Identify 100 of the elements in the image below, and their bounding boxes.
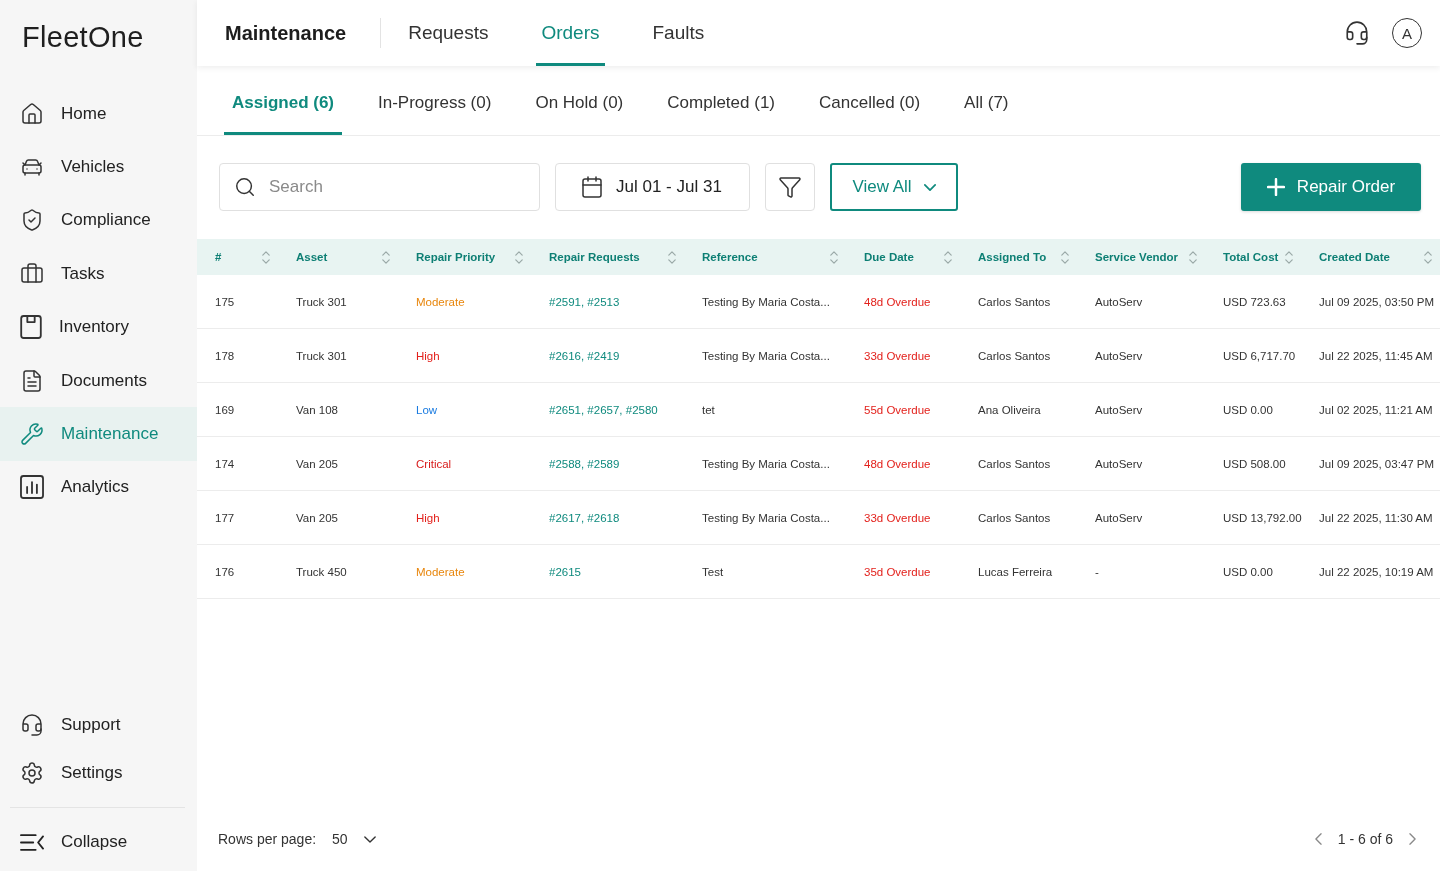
nav-item[interactable]: Inventory bbox=[0, 300, 197, 354]
nav-item[interactable]: Compliance bbox=[0, 193, 197, 248]
top-tab[interactable]: Faults bbox=[647, 0, 710, 66]
collapse-button[interactable]: Collapse bbox=[0, 817, 197, 867]
rows-per-page-select[interactable]: 50 bbox=[332, 831, 376, 847]
due-date-cell-text: 48d Overdue bbox=[863, 456, 932, 472]
request-link[interactable]: #2616, #2419 bbox=[549, 349, 620, 362]
priority-label: Moderate bbox=[415, 294, 466, 310]
funnel-icon bbox=[778, 175, 802, 199]
view-dropdown[interactable]: View All bbox=[830, 163, 958, 211]
table-cell-text: 177 bbox=[214, 510, 236, 526]
nav-item[interactable]: Analytics bbox=[0, 460, 197, 515]
sort-icon bbox=[382, 250, 390, 264]
headset-icon bbox=[20, 713, 44, 737]
chevron-down-icon bbox=[363, 835, 376, 843]
top-tab[interactable]: Orders bbox=[536, 0, 605, 66]
previous-page-button[interactable] bbox=[1314, 833, 1322, 845]
wrench-icon bbox=[20, 422, 44, 447]
gear-icon bbox=[20, 761, 44, 785]
nav-item[interactable]: Support bbox=[0, 701, 197, 749]
nav-item[interactable]: Maintenance bbox=[0, 407, 197, 461]
table-cell-text: Test bbox=[701, 564, 725, 580]
status-tab[interactable]: Assigned (6) bbox=[224, 66, 343, 135]
request-link[interactable]: #2617, #2618 bbox=[549, 511, 620, 524]
table-cell-text: USD 0.00 bbox=[1222, 402, 1274, 418]
briefcase-icon bbox=[20, 261, 44, 286]
status-tab[interactable]: Cancelled (0) bbox=[811, 66, 929, 135]
nav-item[interactable]: Vehicles bbox=[0, 140, 197, 194]
status-tab[interactable]: All (7) bbox=[956, 66, 1017, 135]
status-tab[interactable]: In-Progress (0) bbox=[370, 66, 500, 135]
search-icon bbox=[234, 176, 256, 198]
column-header[interactable]: Service Vendor bbox=[1077, 239, 1205, 275]
request-link[interactable]: #2588, #2589 bbox=[549, 457, 620, 470]
table-cell-text: Carlos Santos bbox=[977, 510, 1052, 526]
table-cell-text: Truck 301 bbox=[295, 348, 348, 364]
due-date-cell-text: 48d Overdue bbox=[863, 294, 932, 310]
repair-order-button[interactable]: Repair Order bbox=[1241, 163, 1421, 211]
page-range: 1 - 6 of 6 bbox=[1337, 831, 1393, 847]
table-cell-text: AutoServ bbox=[1094, 402, 1144, 418]
table-cell-text: Carlos Santos bbox=[977, 294, 1052, 310]
column-header[interactable]: Asset bbox=[278, 239, 398, 275]
column-header[interactable]: Due Date bbox=[846, 239, 960, 275]
box-icon bbox=[20, 315, 42, 340]
column-header[interactable]: Total Cost bbox=[1205, 239, 1301, 275]
table-cell-text: AutoServ bbox=[1094, 510, 1144, 526]
table-cell-text: 175 bbox=[214, 294, 236, 310]
due-date-cell-text: 35d Overdue bbox=[863, 564, 932, 580]
table-cell-text: USD 0.00 bbox=[1222, 564, 1274, 580]
sort-icon bbox=[1285, 250, 1293, 264]
headset-icon[interactable] bbox=[1344, 20, 1370, 46]
priority-label: Critical bbox=[415, 456, 453, 472]
table-cell-text: 169 bbox=[214, 402, 236, 418]
table-cell-text: Jul 22 2025, 11:30 AM bbox=[1318, 510, 1434, 526]
table-cell-text: USD 723.63 bbox=[1222, 294, 1287, 310]
rows-per-page-label: Rows per page: bbox=[218, 831, 317, 847]
column-header[interactable]: Assigned To bbox=[960, 239, 1077, 275]
due-date-cell-text: 33d Overdue bbox=[863, 510, 932, 526]
chevron-down-icon bbox=[923, 183, 936, 191]
nav-item[interactable]: Home bbox=[0, 87, 197, 141]
table-cell-text: Lucas Ferreira bbox=[977, 564, 1054, 580]
nav-item[interactable]: Documents bbox=[0, 353, 197, 408]
top-tab[interactable]: Requests bbox=[403, 0, 494, 66]
table-cell-text: Jul 22 2025, 11:45 AM bbox=[1318, 348, 1434, 364]
sort-icon bbox=[1424, 250, 1432, 264]
status-tab[interactable]: On Hold (0) bbox=[527, 66, 632, 135]
user-avatar[interactable]: A bbox=[1392, 18, 1422, 48]
sort-icon bbox=[1061, 250, 1069, 264]
page-title: Maintenance bbox=[225, 21, 347, 45]
table-cell-text: tet bbox=[701, 402, 716, 418]
column-header[interactable]: Created Date bbox=[1301, 239, 1440, 275]
sort-icon bbox=[262, 250, 270, 264]
shield-check-icon bbox=[20, 208, 44, 233]
table-cell-text: USD 508.00 bbox=[1222, 456, 1287, 472]
table-cell-text: Ana Oliveira bbox=[977, 402, 1042, 418]
search-field[interactable]: Search bbox=[219, 163, 540, 211]
table-cell-text: Testing By Maria Costa... bbox=[701, 294, 831, 310]
nav-item[interactable]: Tasks bbox=[0, 247, 197, 301]
bar-chart-icon bbox=[20, 475, 44, 500]
sort-icon bbox=[515, 250, 523, 264]
column-header[interactable]: Reference bbox=[684, 239, 846, 275]
nav-item[interactable]: Settings bbox=[0, 749, 197, 797]
table-cell-text: Truck 301 bbox=[295, 294, 348, 310]
request-link[interactable]: #2615 bbox=[549, 565, 581, 578]
table-cell-text: Carlos Santos bbox=[977, 348, 1052, 364]
filter-button[interactable] bbox=[765, 163, 815, 211]
collapse-menu-icon bbox=[20, 833, 44, 851]
date-range-button[interactable]: Jul 01 - Jul 31 bbox=[555, 163, 750, 211]
column-header[interactable]: Repair Requests bbox=[531, 239, 684, 275]
status-tab[interactable]: Completed (1) bbox=[659, 66, 783, 135]
house-icon bbox=[20, 101, 44, 126]
sort-icon bbox=[944, 250, 952, 264]
request-link[interactable]: #2591, #2513 bbox=[549, 295, 620, 308]
table-cell-text: Testing By Maria Costa... bbox=[701, 456, 831, 472]
column-header[interactable]: Repair Priority bbox=[398, 239, 531, 275]
table-cell-text: 176 bbox=[214, 564, 236, 580]
sort-icon bbox=[830, 250, 838, 264]
next-page-button[interactable] bbox=[1409, 833, 1416, 845]
request-link[interactable]: #2651, #2657, #2580 bbox=[549, 403, 658, 416]
priority-label: Low bbox=[415, 402, 439, 418]
column-header[interactable]: # bbox=[197, 239, 278, 275]
